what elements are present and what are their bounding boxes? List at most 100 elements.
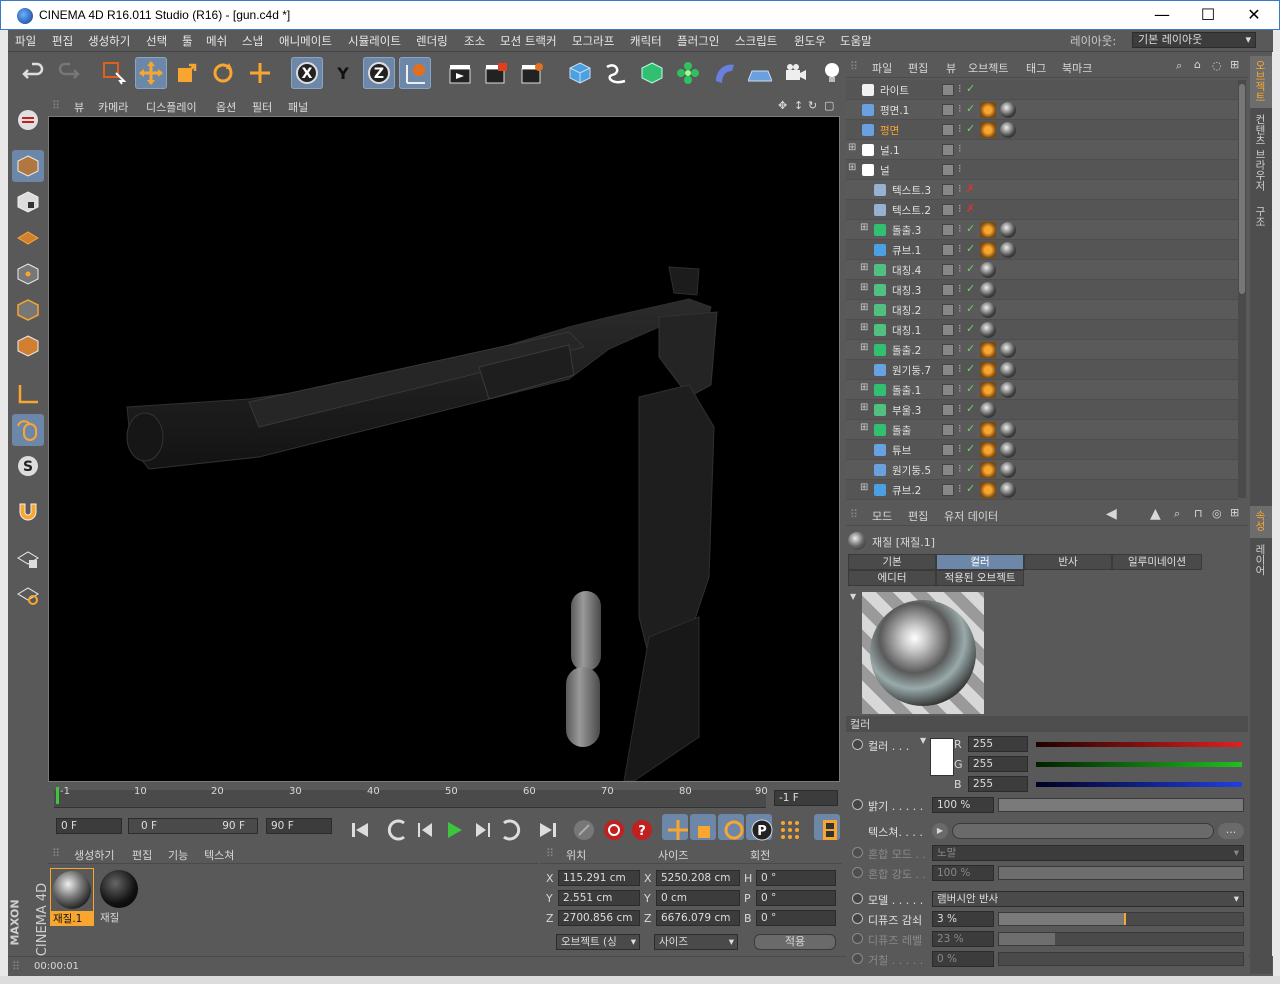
texture-field[interactable] [952, 823, 1214, 839]
viewport-zoom-icon[interactable]: ↕ [794, 99, 803, 112]
object-row[interactable]: 텍스트.3 ⁝ ✗ [846, 180, 1238, 200]
obj-menu-bookmark[interactable]: 북마크 [1062, 60, 1092, 76]
size-x-field[interactable]: 5250.208 cm [656, 870, 740, 886]
key-position-button[interactable] [662, 814, 688, 840]
generator-button[interactable] [636, 57, 668, 89]
texture-mode-button[interactable] [12, 186, 44, 218]
rotation-h-field[interactable]: 0 ° [756, 870, 836, 886]
object-row[interactable]: ⊞ 널.1 ⁝ [846, 140, 1238, 160]
position-z-field[interactable]: 2700.856 cm [558, 910, 640, 926]
expand-toggle-icon[interactable]: ⊞ [860, 262, 868, 273]
tab-structure[interactable]: 구조 [1250, 202, 1272, 238]
coord-mode-select[interactable]: 오브젝트 (싱 ▾ [556, 934, 640, 950]
expand-toggle-icon[interactable]: ⊞ [860, 222, 868, 233]
start-frame-field[interactable]: 0 F [56, 818, 122, 834]
menu-snap[interactable]: 스냅 [242, 33, 263, 49]
menu-select[interactable]: 선택 [146, 33, 167, 49]
rotation-b-field[interactable]: 0 ° [756, 910, 836, 926]
enabled-check-icon[interactable]: ✓ [966, 82, 975, 95]
animate-radio[interactable] [852, 913, 863, 924]
back-arrow-icon[interactable]: ◀ [1106, 506, 1117, 522]
phong-tag-icon[interactable] [980, 482, 996, 498]
expand-toggle-icon[interactable]: ⊞ [860, 382, 868, 393]
object-row[interactable]: 원기둥.5 ⁝ ✓ [846, 460, 1238, 480]
object-row[interactable]: 큐브.1 ⁝ ✓ [846, 240, 1238, 260]
color-swatch[interactable] [930, 738, 954, 776]
3d-viewport[interactable] [48, 116, 840, 782]
r-value-field[interactable]: 255 [968, 736, 1028, 752]
menu-script[interactable]: 스크립트 [735, 33, 777, 49]
render-picture-viewer-button[interactable] [480, 57, 512, 89]
brightness-slider[interactable] [998, 798, 1244, 812]
object-row[interactable]: ⊞ 돌출.1 ⁝ ✓ [846, 380, 1238, 400]
menu-help[interactable]: 도움말 [840, 33, 872, 49]
layer-swatch[interactable] [942, 464, 954, 476]
layer-swatch[interactable] [942, 404, 954, 416]
layer-swatch[interactable] [942, 444, 954, 456]
roughness-slider[interactable] [998, 952, 1244, 966]
visibility-dots-icon[interactable]: ⁝ [958, 442, 962, 455]
object-row[interactable]: ⊞ 돌출.3 ⁝ ✓ [846, 220, 1238, 240]
material-tag-icon[interactable] [980, 282, 996, 298]
visibility-dots-icon[interactable]: ⁝ [958, 382, 962, 395]
visibility-dots-icon[interactable]: ⁝ [958, 202, 962, 215]
phong-tag-icon[interactable] [980, 382, 996, 398]
end-frame-field[interactable]: 90 F [266, 818, 332, 834]
visibility-dots-icon[interactable]: ⁝ [958, 142, 962, 155]
tab-objects[interactable]: 오브젝트 [1250, 56, 1272, 108]
tab-reflectance[interactable]: 반사 [1024, 554, 1112, 570]
light-button[interactable] [816, 57, 848, 89]
menu-simulate[interactable]: 시뮬레이트 [348, 33, 401, 49]
viewport-rotate-icon[interactable]: ↻ [808, 99, 817, 112]
tab-editor[interactable]: 에디터 [848, 570, 936, 586]
obj-menu-tag[interactable]: 태그 [1026, 60, 1046, 76]
maximize-button[interactable]: ☐ [1185, 4, 1231, 28]
texture-menu-icon[interactable]: ▶ [932, 823, 948, 839]
enabled-check-icon[interactable]: ✓ [966, 282, 975, 295]
expand-toggle-icon[interactable]: ⊞ [860, 282, 868, 293]
minimize-button[interactable]: — [1139, 4, 1185, 28]
expand-toggle-icon[interactable]: ⊞ [860, 482, 868, 493]
close-button[interactable]: ✕ [1231, 4, 1277, 28]
viewport-move-icon[interactable]: ✥ [778, 99, 787, 112]
object-row[interactable]: 라이트 ⁝ ✓ [846, 80, 1238, 100]
disabled-cross-icon[interactable]: ✗ [966, 182, 975, 195]
enabled-check-icon[interactable]: ✓ [966, 102, 975, 115]
enabled-check-icon[interactable]: ✓ [966, 462, 975, 475]
new-panel-icon[interactable]: ⊞ [1230, 506, 1239, 519]
solo-mode-button[interactable]: S [12, 450, 44, 482]
rotation-p-field[interactable]: 0 ° [756, 890, 836, 906]
render-view-button[interactable] [444, 57, 476, 89]
layer-swatch[interactable] [942, 364, 954, 376]
layer-swatch[interactable] [942, 344, 954, 356]
material-tag-icon[interactable] [1000, 442, 1016, 458]
animate-radio[interactable] [852, 847, 863, 858]
layer-swatch[interactable] [942, 324, 954, 336]
menu-motion-tracker[interactable]: 모션 트랙커 [500, 33, 557, 49]
planar-workplane-button[interactable] [12, 578, 44, 610]
spline-button[interactable] [600, 57, 632, 89]
layer-swatch[interactable] [942, 424, 954, 436]
size-y-field[interactable]: 0 cm [656, 890, 740, 906]
tab-assigned-objects[interactable]: 적용된 오브젝트 [936, 570, 1024, 586]
texture-browse-button[interactable]: ... [1218, 823, 1244, 839]
position-y-field[interactable]: 2.551 cm [558, 890, 640, 906]
animate-radio[interactable] [852, 933, 863, 944]
object-row[interactable]: 원기둥.7 ⁝ ✓ [846, 360, 1238, 380]
keyframe-selection-button[interactable] [568, 814, 594, 840]
b-value-field[interactable]: 255 [968, 776, 1028, 792]
visibility-dots-icon[interactable]: ⁝ [958, 262, 962, 275]
diffuse-level-slider[interactable] [998, 932, 1244, 946]
enabled-check-icon[interactable]: ✓ [966, 242, 975, 255]
phong-tag-icon[interactable] [980, 362, 996, 378]
layer-swatch[interactable] [942, 244, 954, 256]
viewport-menu-display[interactable]: 디스플레이 [146, 99, 197, 115]
current-frame-field[interactable]: -1 F [774, 790, 838, 806]
expand-toggle-icon[interactable]: ⊞ [860, 322, 868, 333]
layer-swatch[interactable] [942, 164, 954, 176]
home-icon[interactable]: ⌂ [1194, 58, 1201, 71]
object-row[interactable]: ⊞ 대칭.4 ⁝ ✓ [846, 260, 1238, 280]
g-value-field[interactable]: 255 [968, 756, 1028, 772]
r-gradient-slider[interactable] [1036, 742, 1242, 747]
prev-key-button[interactable] [382, 814, 408, 841]
